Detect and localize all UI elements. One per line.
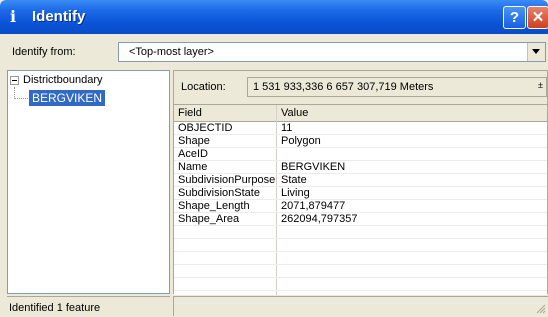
title-bar[interactable]: i Identify ? ✕ [0,0,548,34]
column-header-value[interactable]: Value [281,107,308,119]
field-cell: Shape_Area [178,213,240,225]
table-row[interactable]: Shape_Length 2071,879477 [174,200,547,213]
tree-root-label: Districtboundary [23,74,103,86]
empty-row [174,278,547,291]
table-row[interactable]: SubdivisionPurpose State [174,174,547,187]
feature-tree[interactable]: Districtboundary BERGVIKEN [7,70,170,294]
tree-connector [14,98,28,99]
location-options-icon[interactable]: ± [538,80,543,90]
identify-from-value: <Top-most layer> [129,46,214,58]
empty-row [174,239,547,252]
value-cell: 262094,797357 [281,213,358,225]
status-text: Identified 1 feature [9,302,101,314]
value-cell: Polygon [281,135,321,147]
field-cell: AceID [178,148,208,160]
value-cell: 11 [281,122,293,134]
identify-from-row: Identify from: <Top-most layer> [0,34,548,68]
table-row[interactable]: Shape Polygon [174,135,547,148]
empty-row [174,226,547,239]
details-panel: Location: 1 531 933,336 6 657 307,719 Me… [173,70,548,304]
field-cell: SubdivisionState [178,187,260,199]
empty-row [174,265,547,278]
empty-row [174,252,547,265]
resize-grip-icon[interactable] [535,303,546,314]
status-bar: Identified 1 feature [7,296,170,316]
help-button[interactable]: ? [503,6,526,29]
identify-window: i Identify ? ✕ Identify from: <Top-most … [0,0,548,317]
location-label: Location: [181,81,226,93]
table-row[interactable]: Shape_Area 262094,797357 [174,213,547,226]
table-row[interactable]: SubdivisionState Living [174,187,547,200]
location-value: 1 531 933,336 6 657 307,719 Meters [247,77,547,97]
tree-item-bergviken[interactable]: BERGVIKEN [29,90,106,106]
identify-from-label: Identify from: [12,46,76,58]
close-button[interactable]: ✕ [527,6,548,29]
attribute-table: Field Value OBJECTID 11 Shape Polygon AceID N… [174,104,547,304]
field-cell: Shape_Length [178,200,250,212]
table-row[interactable]: Name BERGVIKEN [174,161,547,174]
table-row[interactable]: OBJECTID 11 [174,122,547,135]
dropdown-arrow-icon[interactable] [527,43,545,61]
table-body: OBJECTID 11 Shape Polygon AceID Name BERGVIKEN… [174,122,547,304]
field-cell: SubdivisionPurpose [178,174,276,186]
table-row[interactable]: AceID [174,148,547,161]
value-cell: State [281,174,307,186]
value-cell: 2071,879477 [281,200,346,212]
info-icon: i [10,7,17,26]
collapse-icon[interactable] [10,76,19,85]
field-cell: Shape [178,135,210,147]
value-cell: BERGVIKEN [281,161,346,173]
window-title: Identify [32,8,86,25]
field-cell: OBJECTID [178,122,233,134]
column-header-field[interactable]: Field [178,107,202,119]
identify-from-dropdown[interactable]: <Top-most layer> [118,42,546,62]
table-header: Field Value [174,105,547,122]
value-cell: Living [281,187,310,199]
status-bar-secondary [173,296,548,316]
field-cell: Name [178,161,208,173]
